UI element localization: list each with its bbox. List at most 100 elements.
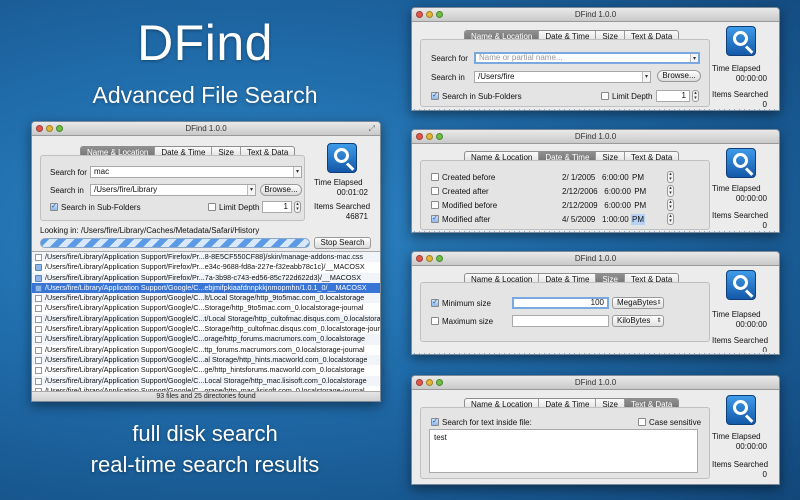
file-icon <box>35 315 42 323</box>
modified-after-checkbox[interactable]: ✓ <box>431 215 439 223</box>
time-elapsed-value: 00:00:00 <box>735 194 767 203</box>
close-window-button[interactable] <box>416 133 423 140</box>
list-item[interactable]: /Users/fire/Library/Application Support/… <box>32 324 380 334</box>
limit-depth-stepper[interactable]: ▴ ▾ <box>294 201 301 213</box>
modified-after-datetime[interactable]: 4/ 5/2009 1:00:00 PM <box>562 214 645 225</box>
list-item[interactable]: /Users/fire/Library/Application Support/… <box>32 313 380 325</box>
limit-depth-field[interactable]: 1 <box>656 90 690 102</box>
modified-before-checkbox[interactable] <box>431 201 439 209</box>
zoom-window-button[interactable] <box>436 379 443 386</box>
list-item[interactable]: /Users/fire/Library/Application Support/… <box>32 375 380 386</box>
minimize-window-button[interactable] <box>426 11 433 18</box>
search-magnifier-icon <box>327 143 357 173</box>
minimize-window-button[interactable] <box>46 125 53 132</box>
zoom-window-button[interactable] <box>436 255 443 262</box>
stop-search-button[interactable]: Stop Search <box>314 237 371 249</box>
file-icon <box>35 305 42 313</box>
minimum-size-unit-select[interactable]: MegaBytes ⇕ <box>612 297 664 309</box>
main-search-window: DFind 1.0.0 ⤢ Name & Location Date & Tim… <box>31 121 381 402</box>
limit-depth-stepper[interactable]: ▴ ▾ <box>692 90 699 102</box>
search-for-label: Search for <box>431 54 468 63</box>
modified-before-datetime[interactable]: 2/12/2009 6:00:00 PM <box>562 200 647 211</box>
items-searched-value: 0 <box>762 221 767 230</box>
time-elapsed-label: Time Elapsed <box>712 64 761 73</box>
modified-before-stepper[interactable]: ▴ ▾ <box>667 199 674 211</box>
maximum-size-field[interactable] <box>512 315 609 327</box>
created-after-checkbox[interactable] <box>431 187 439 195</box>
maximum-size-unit-select[interactable]: KiloBytes ⇕ <box>612 315 664 327</box>
minimize-window-button[interactable] <box>426 379 433 386</box>
close-window-button[interactable] <box>416 11 423 18</box>
chevron-down-icon[interactable]: ▾ <box>247 185 255 195</box>
fullscreen-icon[interactable]: ⤢ <box>369 122 375 136</box>
created-after-label: Created after <box>442 187 489 196</box>
list-item[interactable]: /Users/fire/Library/Application Support/… <box>32 345 380 355</box>
search-for-combo[interactable]: Name or partial name... ▾ <box>474 52 700 64</box>
limit-depth-checkbox[interactable] <box>601 92 609 100</box>
list-item[interactable]: /Users/fire/Library/Application Support/… <box>32 365 380 375</box>
items-searched-label: Items Searched <box>712 336 769 345</box>
minimum-size-checkbox[interactable]: ✓ <box>431 299 439 307</box>
minimum-size-field[interactable]: 100 <box>512 297 609 309</box>
chevron-down-icon[interactable]: ▾ <box>642 72 650 82</box>
chevron-down-icon[interactable]: ▾ <box>690 54 698 62</box>
items-searched-label: Items Searched <box>712 460 769 469</box>
limit-depth-label: Limit Depth <box>219 203 260 212</box>
close-window-button[interactable] <box>416 255 423 262</box>
search-in-label: Search in <box>50 186 84 195</box>
search-magnifier-icon <box>726 26 756 56</box>
search-in-value: /Users/fire <box>478 72 515 81</box>
time-elapsed-label: Time Elapsed <box>314 178 363 187</box>
search-magnifier-icon <box>726 270 756 300</box>
subfolders-checkbox[interactable]: ✓ <box>50 203 58 211</box>
created-after-datetime[interactable]: 2/12/2006 6:00:00 PM <box>562 186 647 197</box>
name-location-window: DFind 1.0.0 Name & Location Date & Time … <box>411 7 780 111</box>
list-item[interactable]: /Users/fire/Library/Application Support/… <box>32 334 380 345</box>
window-title: DFind 1.0.0 <box>574 254 617 263</box>
search-for-combo[interactable]: mac ▾ <box>90 166 302 178</box>
subfolders-checkbox[interactable]: ✓ <box>431 92 439 100</box>
search-text-label: Search for text inside file: <box>442 418 532 427</box>
items-searched-label: Items Searched <box>314 202 371 211</box>
zoom-window-button[interactable] <box>436 11 443 18</box>
maximum-size-checkbox[interactable] <box>431 317 439 325</box>
criteria-panel <box>420 282 710 342</box>
case-sensitive-checkbox[interactable] <box>638 418 646 426</box>
created-before-stepper[interactable]: ▴ ▾ <box>667 171 674 183</box>
folder-icon <box>35 284 42 292</box>
text-data-window: DFind 1.0.0 Name & Location Date & Time … <box>411 375 780 485</box>
list-item[interactable]: /Users/fire/Library/Application Support/… <box>32 252 380 263</box>
close-window-button[interactable] <box>416 379 423 386</box>
browse-button[interactable]: Browse... <box>657 70 701 82</box>
search-text-area[interactable]: test <box>429 429 698 473</box>
modified-after-stepper[interactable]: ▴ ▾ <box>667 213 674 225</box>
close-window-button[interactable] <box>36 125 43 132</box>
time-elapsed-label: Time Elapsed <box>712 184 761 193</box>
minimum-size-label: Minimum size <box>442 299 491 308</box>
results-list[interactable]: /Users/fire/Library/Application Support/… <box>32 251 380 395</box>
created-after-stepper[interactable]: ▴ ▾ <box>667 185 674 197</box>
list-item[interactable]: /Users/fire/Library/Application Support/… <box>32 262 380 272</box>
list-item[interactable]: /Users/fire/Library/Application Support/… <box>32 354 380 366</box>
list-item[interactable]: /Users/fire/Library/Application Support/… <box>32 272 380 283</box>
subfolders-label: Search in Sub-Folders <box>442 92 522 101</box>
list-item[interactable]: /Users/fire/Library/Application Support/… <box>32 293 380 304</box>
limit-depth-field[interactable]: 1 <box>262 201 292 213</box>
size-window: DFind 1.0.0 Name & Location Date & Time … <box>411 251 780 355</box>
limit-depth-checkbox[interactable] <box>208 203 216 211</box>
search-in-combo[interactable]: /Users/fire/Library ▾ <box>90 184 256 196</box>
folder-icon <box>35 264 42 272</box>
minimize-window-button[interactable] <box>426 255 433 262</box>
zoom-window-button[interactable] <box>436 133 443 140</box>
list-item[interactable]: /Users/fire/Library/Application Support/… <box>32 303 380 313</box>
list-item-selected[interactable]: /Users/fire/Library/Application Support/… <box>32 282 380 294</box>
created-before-datetime[interactable]: 2/ 1/2005 6:00:00 PM <box>562 172 645 183</box>
minimize-window-button[interactable] <box>426 133 433 140</box>
browse-button[interactable]: Browse... <box>260 184 302 196</box>
zoom-window-button[interactable] <box>56 125 63 132</box>
created-before-checkbox[interactable] <box>431 173 439 181</box>
search-in-combo[interactable]: /Users/fire ▾ <box>474 71 651 83</box>
search-text-checkbox[interactable]: ✓ <box>431 418 439 426</box>
chevron-down-icon[interactable]: ▾ <box>293 167 301 177</box>
tagline-full-disk: full disk search <box>132 421 278 446</box>
